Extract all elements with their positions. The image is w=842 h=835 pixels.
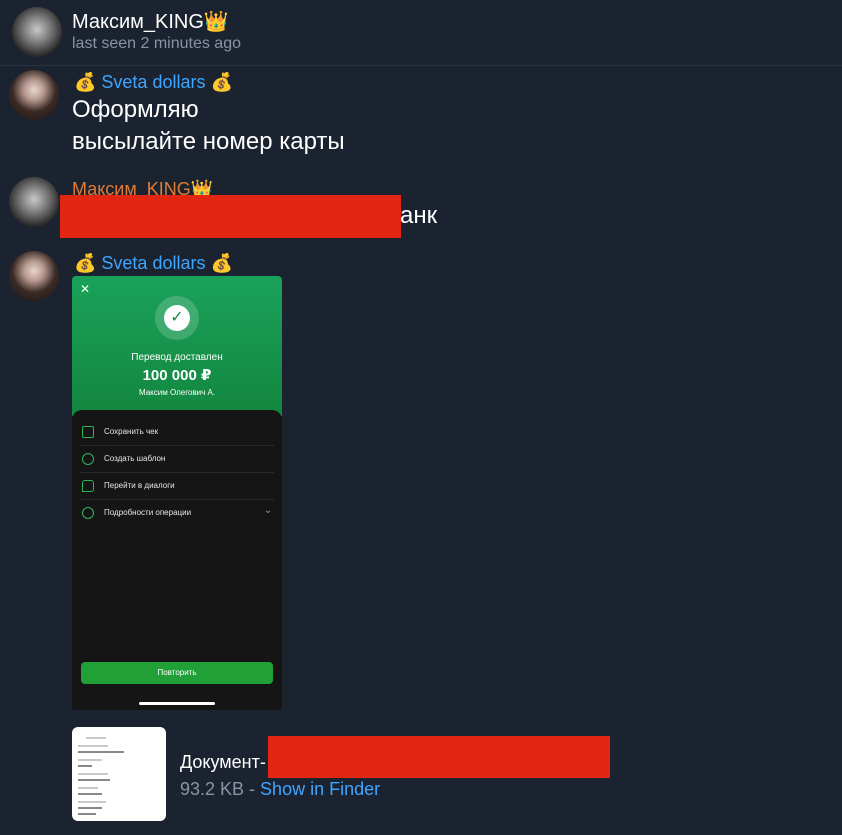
transfer-recipient: Максим Олегович А. — [138, 388, 216, 397]
menu-item-label: Подробности операции — [104, 508, 192, 517]
close-icon: ✕ — [80, 282, 91, 296]
redaction-box — [60, 195, 401, 238]
menu-item-label: Создать шаблон — [104, 454, 166, 463]
redaction-box — [268, 736, 610, 778]
contact-name: Максим_KING👑 — [72, 11, 229, 33]
success-check-icon: ✓ — [155, 296, 199, 340]
contact-avatar[interactable] — [12, 7, 62, 57]
document-name[interactable]: Документ- — [180, 752, 266, 773]
receipt-icon — [82, 426, 94, 438]
chevron-down-icon: ⌄ — [263, 505, 272, 516]
receipt-header-green: ✕ ✓ Перевод доставлен 100 000 ₽ Максим О… — [72, 276, 282, 416]
sender-avatar[interactable] — [9, 251, 59, 301]
document-meta: 93.2 KB - Show in Finder — [180, 779, 380, 800]
info-icon — [82, 507, 94, 519]
document-thumbnail[interactable] — [72, 727, 166, 821]
transfer-status: Перевод доставлен — [131, 352, 223, 363]
menu-item-operation-details: Подробности операции ⌄ — [80, 499, 274, 526]
document-size: 93.2 KB — [180, 779, 245, 799]
menu-item-go-to-dialogs: Перейти в диалоги — [80, 472, 274, 500]
menu-item-save-receipt: Сохранить чек — [80, 418, 274, 446]
contact-status: last seen 2 minutes ago — [72, 35, 241, 52]
home-indicator — [139, 702, 215, 705]
receipt-screenshot[interactable]: ✕ ✓ Перевод доставлен 100 000 ₽ Максим О… — [72, 276, 282, 710]
sender-avatar[interactable] — [9, 70, 59, 120]
chat-icon — [82, 480, 94, 492]
message-text-line-1: Оформляю — [72, 96, 199, 123]
sender-name[interactable]: 💰 Sveta dollars 💰 — [74, 72, 233, 93]
header-divider — [0, 65, 842, 66]
menu-item-label: Перейти в диалоги — [104, 481, 175, 490]
template-icon — [82, 453, 94, 465]
menu-item-create-template: Создать шаблон — [80, 445, 274, 473]
message-text-line-2: высылайте номер карты — [72, 128, 345, 155]
menu-item-label: Сохранить чек — [104, 427, 159, 436]
show-in-finder-link[interactable]: Show in Finder — [260, 779, 380, 799]
sender-avatar[interactable] — [9, 177, 59, 227]
message-text-visible-tail: анк — [400, 202, 438, 229]
transfer-amount: 100 000 ₽ — [142, 367, 212, 384]
meta-separator: - — [244, 779, 261, 799]
sender-name[interactable]: 💰 Sveta dollars 💰 — [74, 253, 233, 274]
repeat-button: Повторить — [81, 662, 273, 684]
